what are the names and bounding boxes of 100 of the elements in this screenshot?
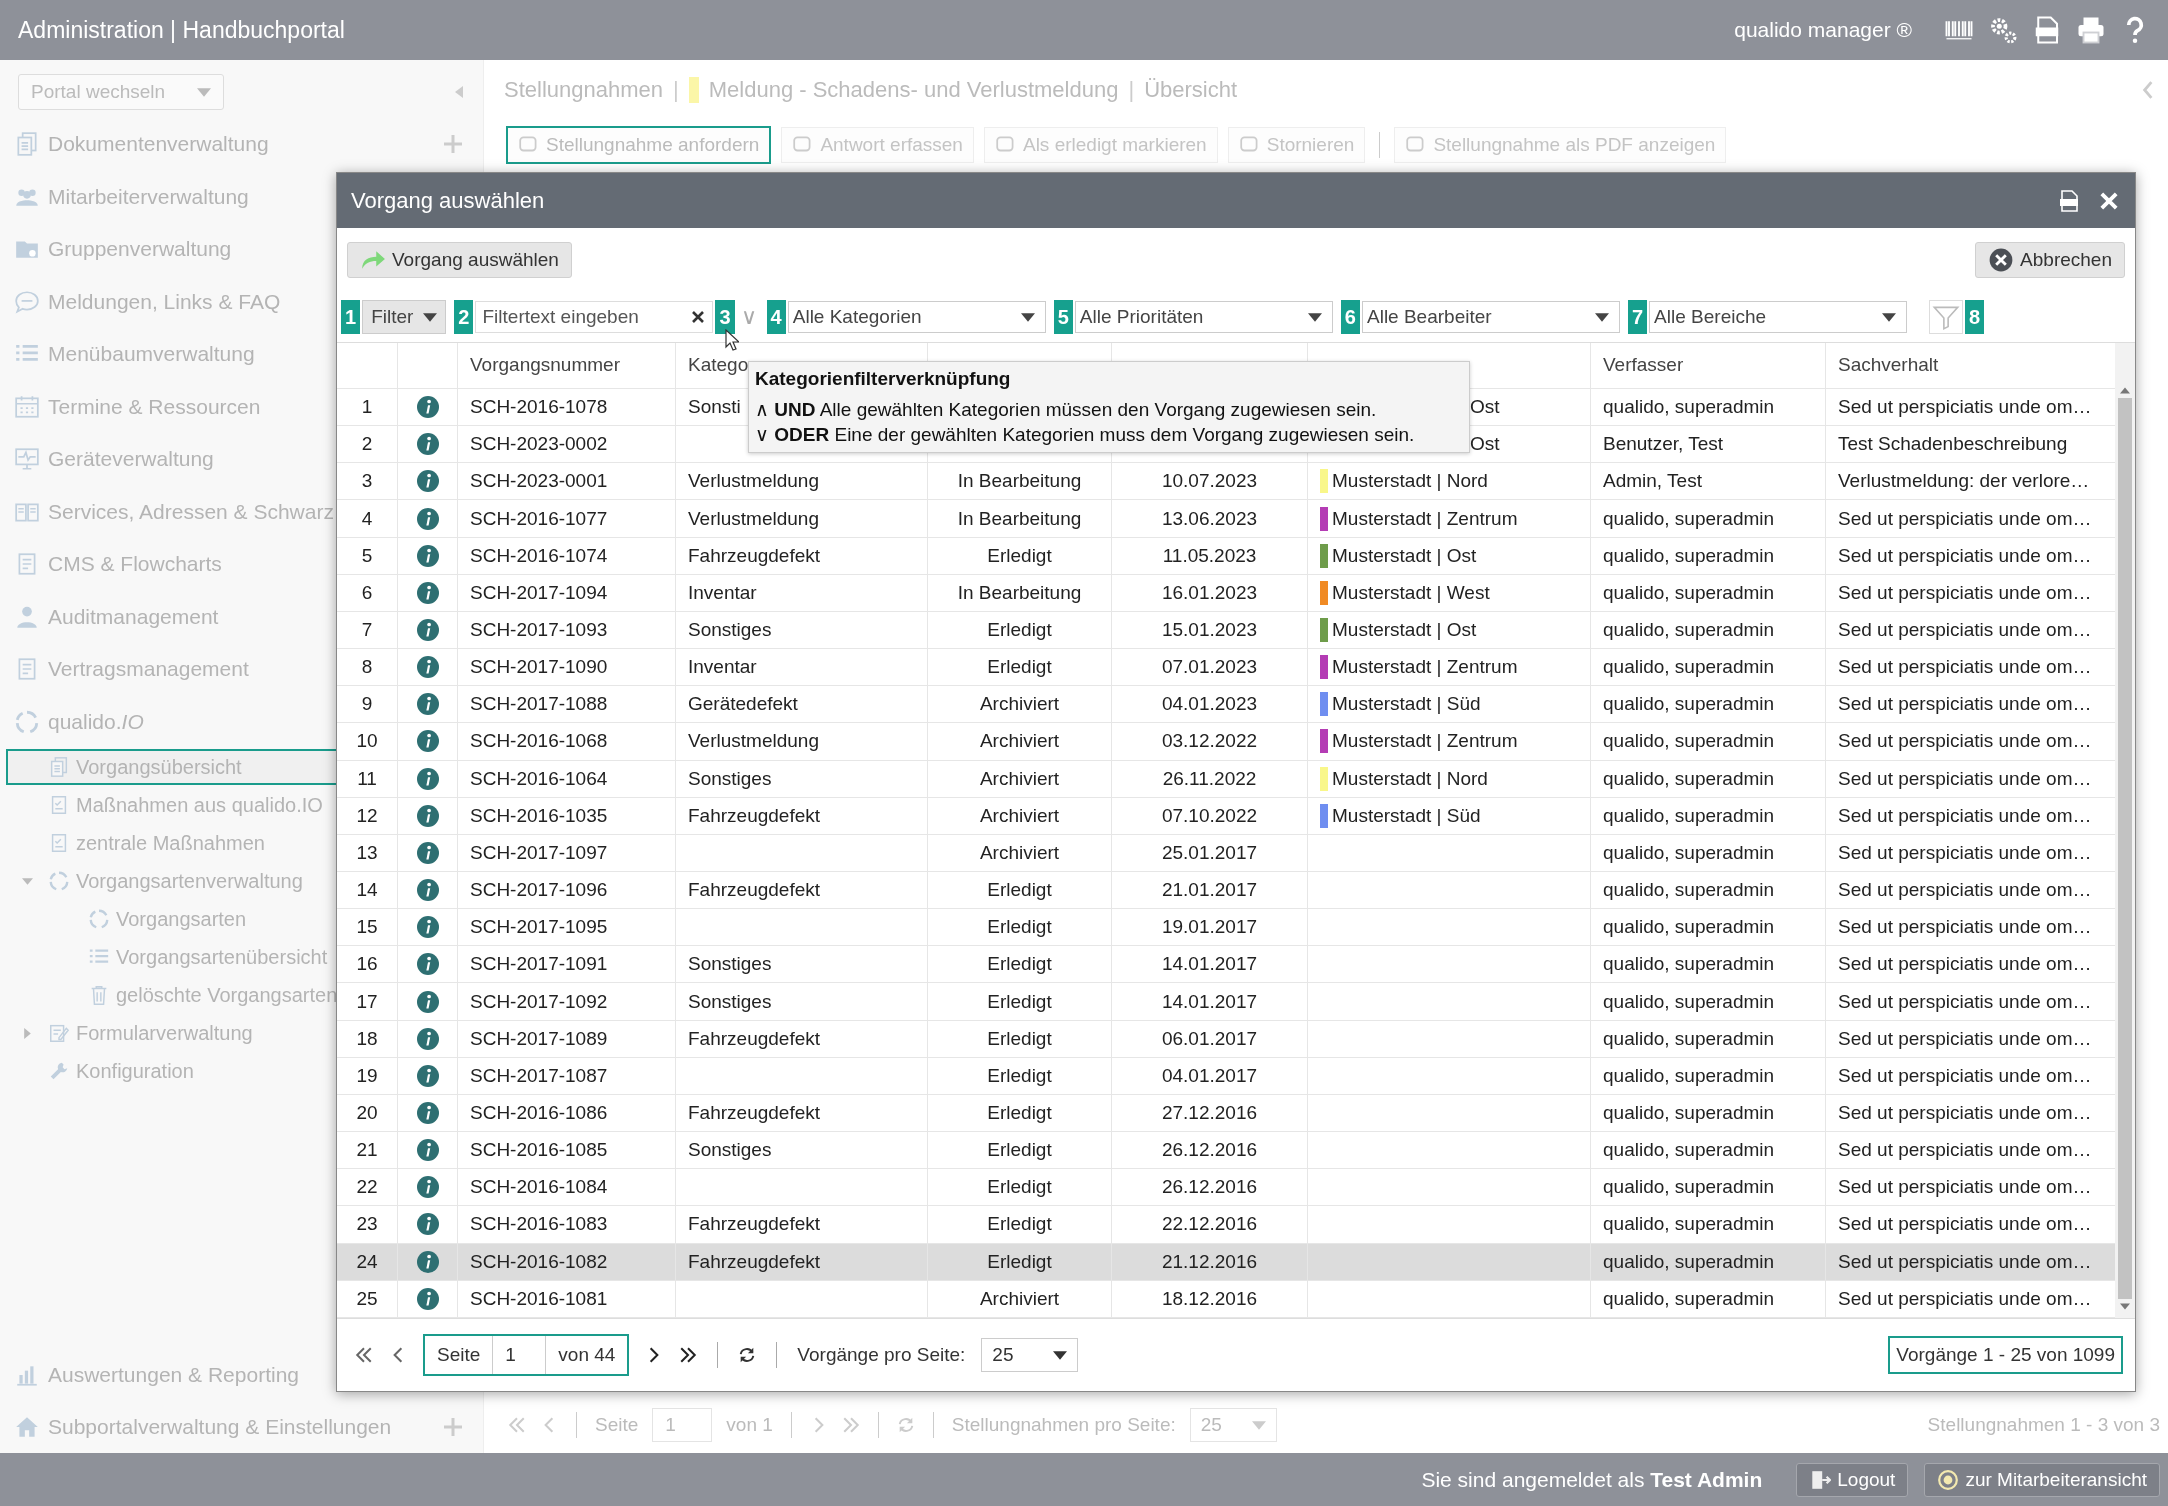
- filter-select[interactable]: Alle Bearbeiter: [1362, 301, 1620, 333]
- table-cell: Fahrzeugdefekt: [688, 804, 821, 827]
- table-cell: qualido, superadmin: [1603, 1064, 1775, 1087]
- table-row[interactable]: 6 SCH-2017-1094 Inventar In Bearbeitung 16.01.2023 Musterstadt | West qualido, superadmin Sed ut perspiciatis unde om…: [337, 574, 2115, 612]
- info-icon[interactable]: [416, 581, 439, 604]
- table-cell: Fahrzeugdefekt: [688, 1102, 821, 1124]
- table-cell: 25.01.2017: [1161, 841, 1258, 864]
- filter-dropdown[interactable]: Filter: [362, 300, 447, 334]
- table-cell: Fahrzeugdefekt: [688, 1213, 821, 1236]
- table-row[interactable]: 15 SCH-2017-1095 Erledigt 19.01.2017 qualido, superadmin Sed ut perspiciatis unde om…: [337, 909, 2115, 947]
- info-icon[interactable]: [416, 1250, 439, 1273]
- filter-select[interactable]: Alle Prioritäten: [1074, 301, 1333, 333]
- info-icon[interactable]: [416, 1213, 439, 1236]
- table-row[interactable]: 5 SCH-2016-1074 Fahrzeugdefekt Erledigt 11.05.2023 Musterstadt | Ost qualido, superadmin Sed ut perspiciatis unde om…: [337, 537, 2115, 575]
- table-row[interactable]: 13 SCH-2017-1097 Archiviert 25.01.2017 qualido, superadmin Sed ut perspiciatis unde om…: [337, 834, 2115, 872]
- table-row[interactable]: 18 SCH-2017-1089 Fahrzeugdefekt Erledigt 06.01.2017 qualido, superadmin Sed ut perspiciatis unde om…: [337, 1020, 2115, 1058]
- info-icon[interactable]: [416, 767, 439, 790]
- filter-select[interactable]: Alle Bereiche: [1649, 301, 1908, 333]
- table-row[interactable]: 22 SCH-2016-1084 Erledigt 26.12.2016 qualido, superadmin Sed ut perspiciatis unde om…: [337, 1169, 2115, 1207]
- table-row[interactable]: 4 SCH-2016-1077 Verlustmeldung In Bearbeitung 13.06.2023 Musterstadt | Zentrum qualido, superadmin Sed ut perspiciatis unde om…: [337, 500, 2115, 538]
- table-row[interactable]: 10 SCH-2016-1068 Verlustmeldung Archiviert 03.12.2022 Musterstadt | Zentrum qualido, superadmin Sed ut perspiciatis unde om…: [337, 723, 2115, 761]
- filter-select[interactable]: Alle Kategorien: [787, 301, 1046, 333]
- table-cell: SCH-2016-1082: [470, 1250, 608, 1273]
- info-icon[interactable]: [416, 544, 439, 567]
- info-icon[interactable]: [416, 656, 439, 679]
- cursor-icon: [725, 329, 739, 351]
- printer-icon[interactable]: [2076, 15, 2106, 45]
- logout-button[interactable]: Logout: [1796, 1462, 1909, 1497]
- table-cell: Musterstadt | Süd: [1332, 804, 1481, 827]
- gears-icon[interactable]: [1988, 15, 2018, 45]
- info-icon[interactable]: [416, 396, 439, 419]
- info-icon[interactable]: [416, 953, 439, 976]
- table-row[interactable]: 24 SCH-2016-1082 Fahrzeugdefekt Erledigt 21.12.2016 qualido, superadmin Sed ut perspiciatis unde om…: [337, 1243, 2115, 1281]
- spreadsheet-export-icon[interactable]: [2057, 188, 2081, 213]
- per-page-select[interactable]: 25: [981, 1338, 1079, 1372]
- info-icon[interactable]: [416, 1027, 439, 1050]
- info-icon[interactable]: [416, 1064, 439, 1087]
- logic-toggle[interactable]: ∨: [736, 304, 765, 330]
- filter-text-field[interactable]: Filtertext eingeben: [475, 301, 714, 333]
- table-row[interactable]: 7 SCH-2017-1093 Sonstiges Erledigt 15.01.2023 Musterstadt | Ost qualido, superadmin Sed ut perspiciatis unde om…: [337, 611, 2115, 650]
- info-icon[interactable]: [416, 1102, 439, 1124]
- table-cell: qualido, superadmin: [1603, 1213, 1775, 1236]
- table-cell: Musterstadt | Zentrum: [1332, 730, 1518, 753]
- page-input[interactable]: 1: [492, 1336, 547, 1374]
- target-icon: [1937, 1468, 1960, 1491]
- table-cell: SCH-2016-1081: [470, 1287, 608, 1310]
- table-cell: Sed ut perspiciatis unde om…: [1838, 507, 2092, 530]
- scroll-down-icon[interactable]: [2120, 1303, 2130, 1310]
- info-icon[interactable]: [416, 507, 439, 530]
- table-cell: 14.01.2017: [1161, 990, 1258, 1013]
- info-icon[interactable]: [416, 433, 439, 456]
- last-page-icon[interactable]: [679, 1346, 698, 1364]
- column-header[interactable]: Verfasser: [1590, 343, 1825, 388]
- per-page-label: Stellungnahmen pro Seite:: [951, 1414, 1176, 1436]
- table-cell: 26.11.2022: [1162, 767, 1257, 790]
- table-cell: Sed ut perspiciatis unde om…: [1838, 1250, 2092, 1273]
- table-cell: Archiviert: [979, 1287, 1060, 1310]
- table-cell: Sed ut perspiciatis unde om…: [1838, 693, 2092, 716]
- table-row[interactable]: 12 SCH-2016-1035 Fahrzeugdefekt Archiviert 07.10.2022 Musterstadt | Süd qualido, superadmin Sed ut perspiciatis unde om…: [337, 797, 2115, 835]
- table-cell: SCH-2017-1087: [470, 1064, 608, 1087]
- table-cell: 21.01.2017: [1161, 879, 1258, 902]
- info-icon[interactable]: [416, 841, 439, 864]
- table-row[interactable]: 23 SCH-2016-1083 Fahrzeugdefekt Erledigt 22.12.2016 qualido, superadmin Sed ut perspiciatis unde om…: [337, 1206, 2115, 1244]
- table-cell: Fahrzeugdefekt: [688, 879, 821, 902]
- clear-icon[interactable]: [691, 310, 706, 324]
- info-icon[interactable]: [416, 1287, 439, 1310]
- table-cell: Sed ut perspiciatis unde om…: [1838, 1139, 2092, 1162]
- info-icon[interactable]: [416, 1139, 439, 1162]
- table-row[interactable]: 16 SCH-2017-1091 Sonstiges Erledigt 14.01.2017 qualido, superadmin Sed ut perspiciatis unde om…: [337, 946, 2115, 984]
- column-header[interactable]: Vorgangsnummer: [457, 343, 675, 388]
- table-row[interactable]: 19 SCH-2017-1087 Erledigt 04.01.2017 qualido, superadmin Sed ut perspiciatis unde om…: [337, 1057, 2115, 1095]
- info-icon[interactable]: [416, 804, 439, 827]
- table-row[interactable]: 17 SCH-2017-1092 Sonstiges Erledigt 14.01.2017 qualido, superadmin Sed ut perspiciatis unde om…: [337, 983, 2115, 1021]
- info-icon[interactable]: [416, 730, 439, 753]
- table-row[interactable]: 21 SCH-2016-1085 Sonstiges Erledigt 26.12.2016 qualido, superadmin Sed ut perspiciatis unde om…: [337, 1132, 2115, 1170]
- info-icon[interactable]: [416, 879, 439, 902]
- info-icon[interactable]: [416, 693, 439, 716]
- scrollbar[interactable]: [2115, 343, 2135, 1318]
- cancel-button[interactable]: Abbrechen: [1975, 242, 2125, 278]
- table-row[interactable]: 20 SCH-2016-1086 Fahrzeugdefekt Erledigt 27.12.2016 qualido, superadmin Sed ut perspiciatis unde om…: [337, 1094, 2115, 1133]
- table-row[interactable]: 14 SCH-2017-1096 Fahrzeugdefekt Erledigt 21.01.2017 qualido, superadmin Sed ut perspiciatis unde om…: [337, 872, 2115, 910]
- select-button[interactable]: Vorgang auswählen: [347, 242, 572, 278]
- table-row[interactable]: 8 SCH-2017-1090 Inventar Erledigt 07.01.2023 Musterstadt | Zentrum qualido, superadmin Sed ut perspiciatis unde om…: [337, 649, 2115, 687]
- table-row[interactable]: 25 SCH-2016-1081 Archiviert 18.12.2016 qualido, superadmin Sed ut perspiciatis unde om…: [337, 1280, 2115, 1318]
- page-label: Seite: [436, 1344, 482, 1366]
- first-page-icon[interactable]: [355, 1346, 373, 1364]
- info-icon[interactable]: [416, 618, 439, 641]
- info-icon[interactable]: [416, 916, 439, 939]
- info-icon[interactable]: [416, 990, 439, 1013]
- scroll-up-icon[interactable]: [2120, 387, 2130, 394]
- info-icon[interactable]: [416, 1176, 439, 1199]
- refresh-icon[interactable]: [738, 1346, 757, 1364]
- table-row[interactable]: 3 SCH-2023-0001 Verlustmeldung In Bearbeitung 10.07.2023 Musterstadt | Nord Admin, Test Verlustmeldung: der verlore…: [337, 463, 2115, 501]
- table-row[interactable]: 11 SCH-2016-1064 Sonstiges Archiviert 26.11.2022 Musterstadt | Nord qualido, superadmin Sed ut perspiciatis unde om…: [337, 760, 2115, 798]
- info-icon[interactable]: [416, 470, 439, 493]
- employee-view-button[interactable]: zur Mitarbeiteransicht: [1924, 1462, 2160, 1497]
- table-cell: 11.05.2023: [1162, 544, 1257, 567]
- table-cell: SCH-2017-1095: [470, 916, 608, 939]
- table-row[interactable]: 9 SCH-2017-1088 Gerätedefekt Archiviert 04.01.2023 Musterstadt | Süd qualido, superadmin Sed ut perspiciatis unde om…: [337, 686, 2115, 724]
- table-cell: 26.12.2016: [1161, 1176, 1258, 1199]
